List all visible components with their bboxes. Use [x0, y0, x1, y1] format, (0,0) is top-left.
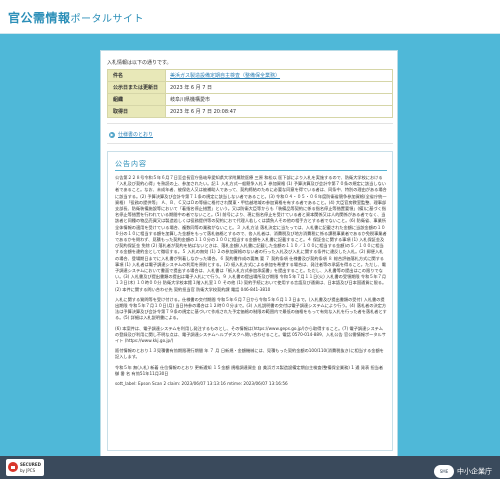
info-key-organization: 組織 — [107, 93, 166, 106]
intro-text: 入札情報は以下の通りです。 — [107, 60, 172, 66]
bid-info-table: 件名 美浜ガス製造設備定期自主検査（整備保全業務） 公示日または更新日 2023… — [107, 69, 393, 118]
table-row: 組織 岐阜川県機構愛市 — [107, 93, 393, 106]
arrow-right-icon: ▶ — [109, 131, 115, 138]
notice-panel: 公告内容 公告第２２８号令和５年６月７日至会長官庁島岐阜愛知県大学附属院医療 三… — [107, 151, 393, 451]
info-value-date: 2023 年 6 月 7 日 — [165, 81, 393, 94]
divider — [107, 143, 393, 144]
info-value-organization: 岐阜川県機構愛市 — [165, 93, 393, 106]
notice-meta-line: sott_label: Epson Scan 2 claim: 2023/06/… — [115, 381, 288, 387]
info-key-subject: 件名 — [107, 69, 166, 82]
secured-badge-line1: SECURED — [20, 462, 41, 467]
info-key-date: 公示日または更新日 — [107, 81, 166, 94]
site-footer: SECURED by JPCS SME 中小企業庁 — [0, 456, 500, 479]
bid-detail-card: 入札情報は以下の通りです。 件名 美浜ガス製造設備定期自主検査（整備保全業務） … — [100, 50, 398, 458]
agency-emblem-icon: SME — [434, 465, 454, 478]
table-row: 件名 美浜ガス製造設備定期自主検査（整備保全業務） — [107, 69, 393, 82]
site-title-sub: ポータルサイト — [70, 14, 145, 25]
secured-badge-line2: by JPCS — [20, 468, 36, 473]
info-value-subject-link[interactable]: 美浜ガス製造設備定期自主検査（整備保全業務） — [165, 69, 393, 82]
lock-icon — [8, 462, 18, 472]
notice-update-line: 令和５年 無(入札) 新着 仕位情報のとおり 更新通知 １５金額 規格調達資金 … — [115, 364, 384, 376]
notice-paragraph: (6) 本案件は、電子調達システムを利用し発注するものとし、その情報は(http… — [115, 325, 386, 344]
spec-link-label: 仕様書のとおり — [118, 132, 154, 138]
agency-name: 中小企業庁 — [457, 467, 492, 476]
notice-title-rule — [115, 170, 387, 171]
site-header: 官公需情報ポータルサイト — [0, 0, 500, 34]
site-title[interactable]: 官公需情報ポータルサイト — [8, 9, 144, 26]
site-title-main: 官公需情報 — [8, 11, 71, 25]
notice-body: 公告第２２８号令和５年６月７日至会長官庁島岐阜愛知県大学附属院医療 三原 和松以… — [115, 175, 387, 391]
divider — [107, 123, 393, 124]
table-row: 公示日または更新日 2023 年 6 月 7 日 — [107, 81, 393, 94]
agency-logo[interactable]: SME 中小企業庁 — [434, 461, 492, 478]
notice-paragraph: 公告第２２８号令和５年６月７日至会長官庁島岐阜愛知県大学附属院医療 三原 和松以… — [115, 175, 387, 292]
secured-badge[interactable]: SECURED by JPCS — [6, 459, 44, 476]
spec-link[interactable]: ▶ 仕様書のとおり — [109, 131, 153, 138]
notice-footer-line: 阪付情報のとおり１３見積書有効期限現行期間 年 ７ 月 日新規・金額機械には、見… — [115, 348, 384, 360]
table-row: 取得日 2023 年 6 月 7 日 20:08:47 — [107, 105, 393, 118]
info-value-retrieved: 2023 年 6 月 7 日 20:08:47 — [165, 105, 393, 118]
notice-paragraph: 入札に関する質問等を受け付ける。仕様書の交付期間 令和５年６月７日から令和５年６… — [115, 296, 387, 321]
notice-title: 公告内容 — [115, 160, 147, 168]
info-key-retrieved: 取得日 — [107, 105, 166, 118]
